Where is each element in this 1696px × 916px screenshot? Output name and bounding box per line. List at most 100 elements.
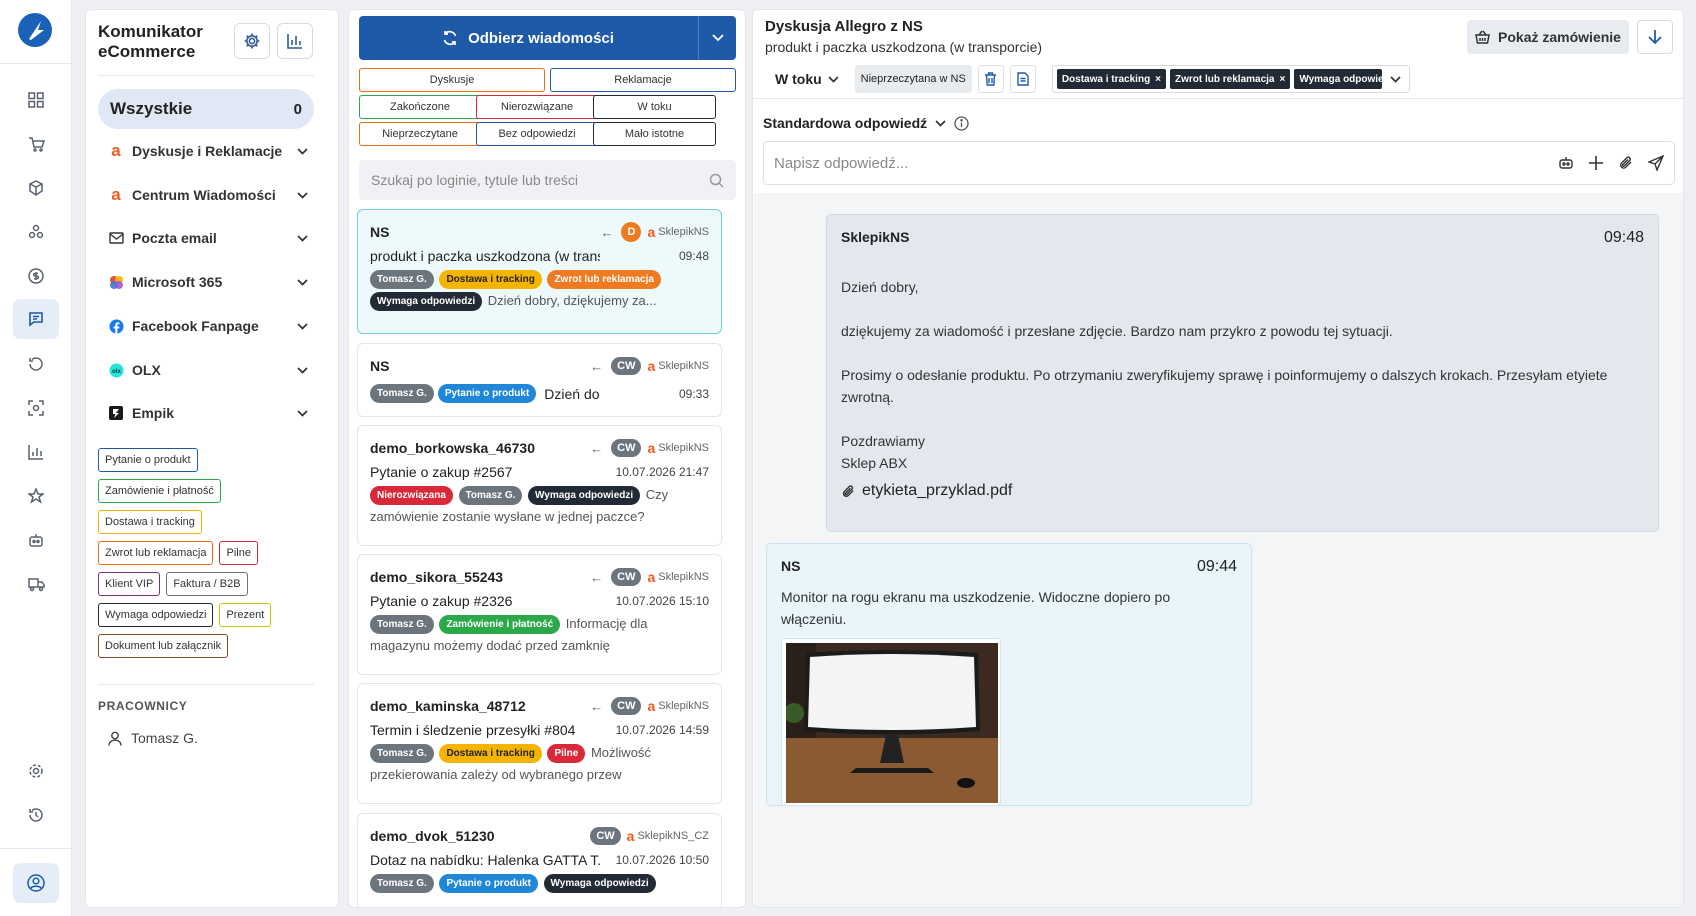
info-icon[interactable] — [954, 115, 969, 131]
conversation-tag-chip[interactable]: Zwrot lub reklamacja × — [1170, 69, 1291, 89]
conversation-card[interactable]: demo_kaminska_48712 ← CW a SklepikNS Termin i… — [357, 683, 722, 804]
close-icon[interactable]: × — [1280, 74, 1286, 85]
chevron-down-icon[interactable] — [297, 322, 308, 330]
tag-filter[interactable]: Zwrot lub reklamacja — [98, 541, 214, 565]
status-filter-button[interactable]: Reklamacje — [550, 68, 736, 92]
reply-arrow-icon: ← — [590, 698, 604, 714]
conversation-tag-chip[interactable]: Dostawa i tracking × — [1056, 69, 1167, 89]
message-sender: SklepikNS — [841, 229, 910, 245]
chevron-down-icon[interactable] — [297, 366, 308, 374]
standard-response-dropdown[interactable]: Standardowa odpowiedź — [763, 115, 969, 131]
fetch-messages-button[interactable]: Odbierz wiadomości — [359, 16, 736, 60]
chevron-down-icon[interactable] — [297, 278, 308, 286]
settings-icon[interactable] — [13, 751, 59, 791]
conversation-tag-chip[interactable]: Wymaga odpowie — [1294, 69, 1383, 89]
conversation-tag: Pytanie o produkt — [439, 874, 538, 893]
tag-filter[interactable]: Dokument lub załącznik — [98, 634, 229, 658]
status-filter-button[interactable]: Dyskusje — [359, 68, 545, 92]
status-filter-button[interactable]: Nierozwiązane — [476, 95, 598, 119]
sidebar-channel-label: Empik — [132, 405, 175, 421]
tag-filter[interactable]: Dostawa i tracking — [98, 510, 202, 534]
tag-filter[interactable]: Faktura / B2B — [166, 572, 248, 596]
conversation-tag: Dostawa i tracking — [439, 270, 542, 289]
message-line: Dzień dobry, — [841, 279, 919, 295]
read-status-chip[interactable]: Nieprzeczytana w NS — [854, 65, 972, 93]
sidebar-channel[interactable]: Poczta email — [108, 227, 308, 249]
chevron-down-icon[interactable] — [297, 234, 308, 242]
fetch-messages-main[interactable]: Odbierz wiadomości — [359, 16, 697, 60]
sidebar-channel[interactable]: a Centrum Wiadomości — [108, 184, 308, 206]
refresh-icon[interactable] — [13, 344, 59, 384]
app-logo[interactable] — [18, 13, 52, 47]
status-filter-button[interactable]: Nieprzeczytane — [359, 122, 481, 146]
standard-response-label: Standardowa odpowiedź — [763, 115, 928, 131]
paperclip-icon[interactable] — [1618, 155, 1634, 171]
tag-filter[interactable]: Zamówienie i płatność — [98, 479, 221, 503]
stats-icon[interactable] — [13, 432, 59, 472]
sidebar-channel[interactable]: olx OLX — [108, 359, 308, 381]
conversation-card[interactable]: NS ← CW a SklepikNS Tomasz G. Pytanie o produ… — [357, 343, 722, 417]
status-filter-button[interactable]: W toku — [593, 95, 716, 119]
status-filter-button[interactable]: Zakończone — [359, 95, 481, 119]
star-icon[interactable] — [13, 476, 59, 516]
sidebar-channel[interactable]: Facebook Fanpage — [108, 315, 308, 337]
settings-button[interactable] — [234, 23, 270, 59]
tag-filter[interactable]: Pilne — [219, 541, 258, 565]
worker-item[interactable]: Tomasz G. — [108, 730, 198, 746]
network-icon[interactable] — [13, 212, 59, 252]
conversation-card[interactable]: demo_dvok_51230 CW a SklepikNS_CZ Dotaz na n… — [357, 813, 722, 907]
conversation-shop: SklepikNS — [658, 571, 709, 583]
tag-filter[interactable]: Wymaga odpowiedzi — [98, 603, 214, 627]
conversation-tags[interactable]: Dostawa i tracking × Zwrot lub reklamacja ×… — [1051, 65, 1411, 93]
message-line: dziękujemy za wiadomość i przesłane zdję… — [841, 323, 1393, 339]
chevron-down-icon[interactable] — [1386, 75, 1405, 83]
show-order-button[interactable]: Pokaż zamówienie — [1467, 20, 1629, 54]
dollar-icon[interactable] — [13, 256, 59, 296]
tag-chip-label: Wymaga odpowie — [1299, 73, 1383, 85]
filter-all[interactable]: Wszystkie 0 — [98, 89, 314, 129]
cart-icon[interactable] — [13, 124, 59, 164]
scan-icon[interactable] — [13, 388, 59, 428]
chevron-down-icon[interactable] — [297, 409, 308, 417]
conversation-card[interactable]: demo_borkowska_46730 ← CW a SklepikNS Pytanie… — [357, 425, 722, 546]
package-icon[interactable] — [13, 168, 59, 208]
stats-button[interactable] — [277, 23, 313, 59]
sidebar-channel[interactable]: a Dyskusje i Reklamacje — [108, 140, 308, 162]
history-icon[interactable] — [13, 795, 59, 835]
fetch-options-dropdown[interactable] — [698, 16, 736, 60]
conversation-card[interactable]: NS ← Da SklepikNS produkt i paczka uszkodzon… — [357, 209, 722, 334]
status-filter-button[interactable]: Bez odpowiedzi — [476, 122, 598, 146]
message-sender: NS — [781, 558, 801, 574]
tag-filter[interactable]: Pytanie o produkt — [98, 448, 198, 472]
worker-name: Tomasz G. — [131, 730, 198, 746]
tag-filter[interactable]: Prezent — [219, 603, 272, 627]
channels-panel: Komunikator eCommerce Wszystkie 0 a Dysku… — [85, 9, 339, 908]
search-input[interactable]: Szukaj po loginie, tytule lub treści — [371, 172, 578, 188]
conversation-subject: Termin i śledzenie przesyłki #804 — [370, 722, 576, 738]
send-icon[interactable] — [1648, 155, 1664, 171]
sidebar-channel[interactable]: Empik — [108, 402, 308, 424]
sidebar-channel[interactable]: Microsoft 365 — [108, 271, 308, 293]
conversation-search[interactable]: Szukaj po loginie, tytule lub treści — [359, 160, 736, 200]
close-icon[interactable]: × — [1155, 74, 1161, 85]
status-filter-button[interactable]: Mało istotne — [593, 122, 716, 146]
reply-input[interactable]: Napisz odpowiedź... — [763, 141, 1675, 185]
conversation-card[interactable]: demo_sikora_55243 ← CW a SklepikNS Pytanie o … — [357, 554, 722, 675]
filter-all-count: 0 — [293, 100, 302, 118]
attached-photo[interactable] — [781, 638, 1001, 806]
messages-icon[interactable] — [13, 299, 59, 339]
chevron-down-icon[interactable] — [297, 191, 308, 199]
robot-icon[interactable] — [1558, 155, 1574, 171]
plus-icon[interactable] — [1588, 155, 1604, 171]
scroll-down-button[interactable] — [1637, 20, 1673, 54]
truck-icon[interactable] — [13, 564, 59, 604]
document-button[interactable] — [1009, 65, 1036, 93]
account-icon[interactable] — [13, 863, 59, 903]
attachment-link[interactable]: etykieta_przyklad.pdf — [841, 482, 1644, 500]
status-dropdown[interactable]: W toku — [765, 71, 849, 87]
chevron-down-icon[interactable] — [297, 147, 308, 155]
delete-button[interactable] — [977, 65, 1004, 93]
dashboard-icon[interactable] — [13, 80, 59, 120]
tag-filter[interactable]: Klient VIP — [98, 572, 161, 596]
robot-icon[interactable] — [13, 520, 59, 560]
